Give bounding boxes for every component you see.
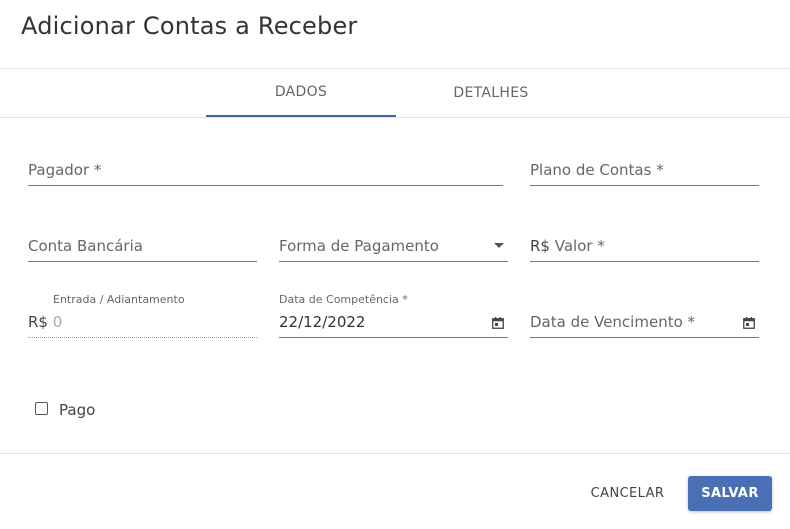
currency-prefix: R$ [530, 237, 550, 255]
data-competencia-label: Data de Competência * [279, 293, 408, 306]
tab-dados[interactable]: DADOS [206, 69, 396, 117]
entrada-label: Entrada / Adiantamento [53, 293, 185, 306]
entrada-field[interactable]: Entrada / Adiantamento R$ 0 [28, 290, 257, 338]
valor-placeholder: R$ Valor * [530, 237, 605, 255]
field-underline [28, 261, 257, 262]
dialog-title: Adicionar Contas a Receber [21, 12, 358, 40]
field-underline [279, 337, 508, 338]
tab-detalhes[interactable]: DETALHES [396, 69, 586, 117]
field-underline [530, 337, 759, 338]
entrada-amount: 0 [52, 313, 63, 331]
pago-checkbox[interactable] [35, 402, 48, 415]
plano-contas-field[interactable]: Plano de Contas * [530, 155, 759, 186]
forma-pagamento-placeholder: Forma de Pagamento [279, 237, 439, 255]
save-button[interactable]: SALVAR [688, 476, 772, 511]
valor-placeholder-text: Valor * [554, 237, 605, 255]
cancel-button[interactable]: CANCELAR [580, 476, 675, 510]
divider [0, 117, 790, 118]
calendar-icon[interactable] [492, 317, 504, 329]
field-underline [28, 185, 503, 186]
pagador-field[interactable]: Pagador * [28, 155, 503, 186]
field-underline [279, 261, 508, 262]
field-underline [28, 336, 257, 338]
field-underline [530, 261, 759, 262]
divider [0, 453, 790, 454]
calendar-icon[interactable] [743, 317, 755, 329]
data-competencia-value: 22/12/2022 [279, 313, 366, 331]
entrada-value: R$ 0 [28, 313, 62, 331]
data-vencimento-field[interactable]: Data de Vencimento * [530, 290, 759, 338]
pago-label[interactable]: Pago [59, 401, 95, 419]
conta-bancaria-field[interactable]: Conta Bancária [28, 231, 257, 262]
forma-pagamento-select[interactable]: Forma de Pagamento [279, 231, 508, 262]
pagador-placeholder: Pagador * [28, 161, 102, 179]
conta-bancaria-placeholder: Conta Bancária [28, 237, 143, 255]
data-vencimento-placeholder: Data de Vencimento * [530, 313, 696, 331]
field-underline [530, 185, 759, 186]
plano-contas-placeholder: Plano de Contas * [530, 161, 664, 179]
data-competencia-field[interactable]: Data de Competência * 22/12/2022 [279, 290, 508, 338]
caret-down-icon[interactable] [494, 243, 504, 248]
currency-prefix: R$ [28, 313, 48, 331]
valor-field[interactable]: R$ Valor * [530, 231, 759, 262]
